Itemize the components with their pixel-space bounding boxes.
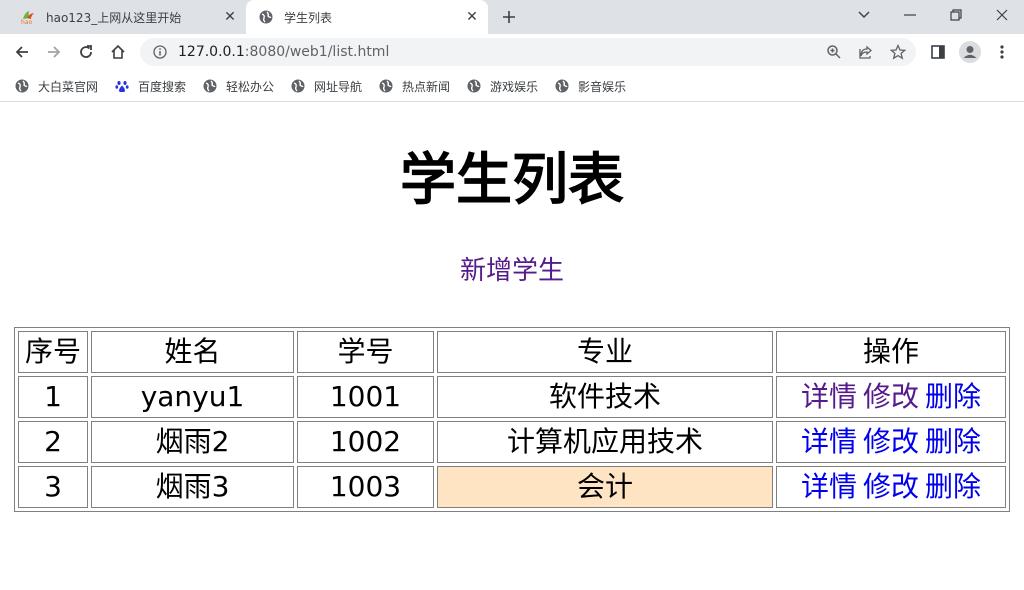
detail-link[interactable]: 详情 bbox=[801, 380, 857, 413]
cell-index: 3 bbox=[18, 466, 88, 508]
bookmark-item[interactable]: 大白菜官网 bbox=[15, 77, 98, 95]
bookmark-item[interactable]: 影音娱乐 bbox=[555, 77, 626, 95]
column-header: 学号 bbox=[297, 331, 434, 373]
home-button[interactable] bbox=[105, 39, 131, 65]
bookmark-item[interactable]: 网址导航 bbox=[291, 77, 362, 95]
delete-link[interactable]: 删除 bbox=[925, 470, 981, 503]
tab-strip: hao hao123_上网从这里开始 ✕ 学生列表 ✕ bbox=[0, 0, 1024, 34]
edit-link[interactable]: 修改 bbox=[863, 380, 919, 413]
delete-link[interactable]: 删除 bbox=[925, 425, 981, 458]
add-student-link[interactable]: 新增学生 bbox=[460, 256, 564, 286]
zoom-icon[interactable] bbox=[822, 38, 846, 66]
bookmark-item[interactable]: 百度搜索 bbox=[115, 77, 186, 95]
globe-icon bbox=[203, 79, 217, 93]
cell-name: 烟雨3 bbox=[91, 466, 294, 508]
cell-actions: 详情 修改 删除 bbox=[776, 376, 1006, 418]
cell-index: 1 bbox=[18, 376, 88, 418]
globe-icon bbox=[555, 79, 569, 93]
add-student-container: 新增学生 bbox=[0, 253, 1024, 289]
cell-student-id: 1003 bbox=[297, 466, 434, 508]
edit-link[interactable]: 修改 bbox=[863, 470, 919, 503]
table-row: 3 烟雨3 1003 会计 详情 修改 删除 bbox=[18, 466, 1006, 508]
cell-actions: 详情 修改 删除 bbox=[776, 421, 1006, 463]
cell-major: 计算机应用技术 bbox=[437, 421, 773, 463]
cell-major: 软件技术 bbox=[437, 376, 773, 418]
restore-button[interactable] bbox=[934, 0, 978, 30]
address-bar[interactable]: 127.0.0.1:8080/web1/list.html bbox=[140, 38, 916, 66]
svg-text:hao: hao bbox=[21, 19, 32, 25]
cell-actions: 详情 修改 删除 bbox=[776, 466, 1006, 508]
profile-avatar-icon[interactable] bbox=[957, 39, 983, 65]
url-host: 127.0.0.1 bbox=[178, 44, 245, 60]
detail-link[interactable]: 详情 bbox=[801, 470, 857, 503]
bookmark-item[interactable]: 轻松办公 bbox=[203, 77, 274, 95]
globe-icon bbox=[258, 9, 274, 25]
window-close-button[interactable] bbox=[980, 0, 1024, 30]
globe-icon bbox=[379, 79, 393, 93]
cell-name: yanyu1 bbox=[91, 376, 294, 418]
cell-major-highlighted: 会计 bbox=[437, 466, 773, 508]
globe-icon bbox=[291, 79, 305, 93]
bookmarks-bar: 大白菜官网 百度搜索 轻松办公 网址导航 热点新闻 游戏娱乐 影音娱乐 bbox=[0, 70, 1024, 102]
page-content: 学生列表 新增学生 序号 姓名 学号 专业 操作 1 yanyu1 1001 软… bbox=[0, 103, 1024, 590]
site-info-icon[interactable] bbox=[152, 44, 168, 60]
back-button[interactable] bbox=[9, 39, 35, 65]
table-header-row: 序号 姓名 学号 专业 操作 bbox=[18, 331, 1006, 373]
browser-toolbar: 127.0.0.1:8080/web1/list.html bbox=[0, 34, 1024, 70]
bookmark-item[interactable]: 热点新闻 bbox=[379, 77, 450, 95]
globe-icon bbox=[467, 79, 481, 93]
student-table: 序号 姓名 学号 专业 操作 1 yanyu1 1001 软件技术 详情 修改 删除… bbox=[14, 327, 1010, 512]
tab-hao123[interactable]: hao hao123_上网从这里开始 ✕ bbox=[8, 0, 246, 34]
bookmark-label: 轻松办公 bbox=[226, 79, 275, 94]
cell-student-id: 1002 bbox=[297, 421, 434, 463]
column-header: 专业 bbox=[437, 331, 773, 373]
column-header: 姓名 bbox=[91, 331, 294, 373]
page-title: 学生列表 bbox=[400, 148, 624, 213]
reload-button[interactable] bbox=[73, 39, 99, 65]
bookmark-label: 网址导航 bbox=[314, 79, 363, 94]
close-icon[interactable]: ✕ bbox=[464, 9, 480, 25]
column-header: 操作 bbox=[776, 331, 1006, 373]
minimize-button[interactable] bbox=[888, 0, 932, 30]
menu-kebab-icon[interactable] bbox=[989, 39, 1015, 65]
baidu-paw-icon bbox=[115, 79, 129, 93]
bookmark-label: 百度搜索 bbox=[138, 79, 187, 94]
delete-link[interactable]: 删除 bbox=[925, 380, 981, 413]
bookmark-star-icon[interactable] bbox=[886, 38, 910, 66]
side-panel-icon[interactable] bbox=[925, 39, 951, 65]
detail-link[interactable]: 详情 bbox=[801, 425, 857, 458]
bookmark-label: 游戏娱乐 bbox=[490, 79, 539, 94]
bookmark-label: 大白菜官网 bbox=[38, 79, 99, 94]
tab-title: hao123_上网从这里开始 bbox=[46, 10, 182, 25]
cell-index: 2 bbox=[18, 421, 88, 463]
bookmark-item[interactable]: 游戏娱乐 bbox=[467, 77, 538, 95]
close-icon[interactable]: ✕ bbox=[222, 9, 238, 25]
tab-title: 学生列表 bbox=[284, 10, 333, 25]
cell-student-id: 1001 bbox=[297, 376, 434, 418]
bookmark-label: 热点新闻 bbox=[402, 79, 451, 94]
table-row: 2 烟雨2 1002 计算机应用技术 详情 修改 删除 bbox=[18, 421, 1006, 463]
cell-name: 烟雨2 bbox=[91, 421, 294, 463]
tab-search-chevron-down-icon[interactable] bbox=[842, 0, 886, 30]
hao123-logo-icon: hao bbox=[20, 9, 36, 25]
new-tab-button[interactable] bbox=[498, 6, 520, 28]
forward-button[interactable] bbox=[41, 39, 67, 65]
tab-student-list[interactable]: 学生列表 ✕ bbox=[246, 0, 488, 34]
table-row: 1 yanyu1 1001 软件技术 详情 修改 删除 bbox=[18, 376, 1006, 418]
globe-icon bbox=[15, 79, 29, 93]
url-path: :8080/web1/list.html bbox=[244, 44, 390, 60]
share-icon[interactable] bbox=[854, 38, 878, 66]
bookmark-label: 影音娱乐 bbox=[578, 79, 627, 94]
edit-link[interactable]: 修改 bbox=[863, 425, 919, 458]
column-header: 序号 bbox=[18, 331, 88, 373]
